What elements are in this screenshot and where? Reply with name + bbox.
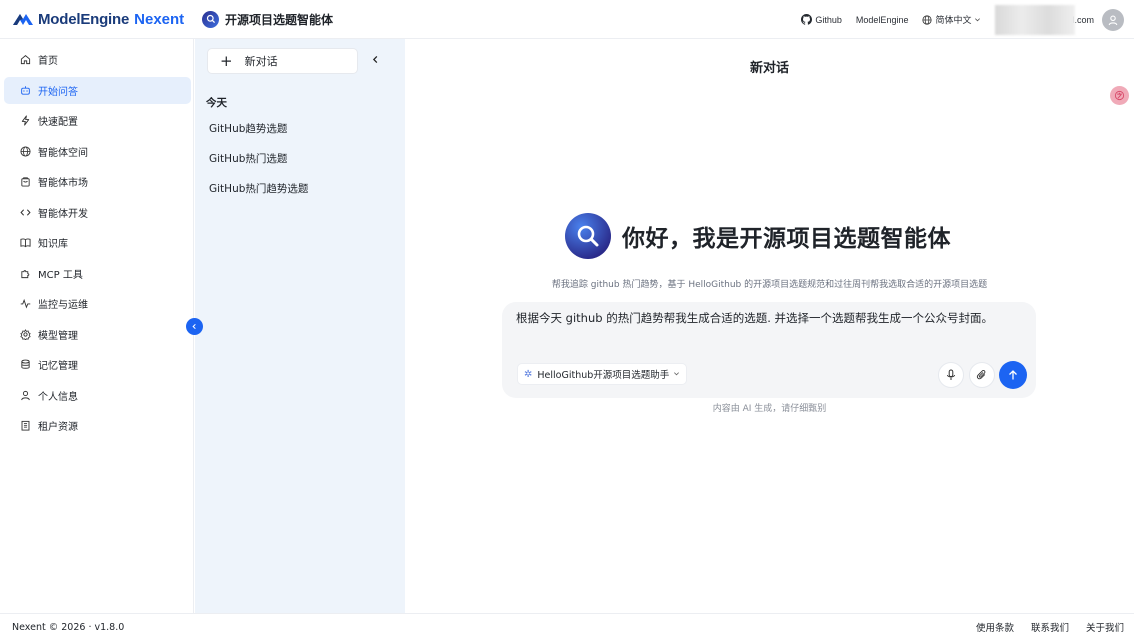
top-header: ModelEngine Nexent 开源项目选题智能体 Github Mode…	[0, 0, 1134, 39]
sidebar-item-home[interactable]: 首页	[4, 46, 191, 73]
ai-disclaimer: 内容由 AI 生成，请仔细甄别	[712, 404, 827, 414]
sidebar-collapse-button[interactable]	[186, 318, 203, 335]
sidebar-item-tenant-resources[interactable]: 租户资源	[4, 412, 191, 439]
email-redacted	[995, 4, 1076, 35]
welcome-title: 你好，我是开源项目选题智能体	[622, 226, 951, 252]
code-icon	[19, 206, 31, 218]
user-avatar-icon[interactable]	[1102, 8, 1124, 31]
sidebar-item-label: 个人信息	[38, 391, 78, 403]
sidebar-item-knowledge-base[interactable]: 知识库	[4, 229, 191, 256]
sidebar-item-label: 记忆管理	[38, 361, 78, 372]
book-icon	[19, 237, 31, 249]
chat-bot-icon	[19, 84, 31, 96]
footer: Nexent © 2026 · v1.8.0 使用条款 联系我们 关于我们	[0, 613, 1134, 640]
brand-sub: Nexent	[134, 10, 185, 28]
language-select[interactable]: 简体中文	[922, 13, 981, 26]
sidebar-item-label: 模型管理	[38, 330, 78, 342]
history-item[interactable]: GitHub热门选题	[209, 151, 287, 166]
arrow-up-icon	[1009, 370, 1017, 380]
home-icon	[19, 54, 31, 66]
model-engine-link[interactable]: ModelEngine	[856, 15, 909, 25]
agent-title: 开源项目选题智能体	[225, 12, 334, 27]
sidebar-item-profile[interactable]: 个人信息	[4, 382, 191, 409]
chevron-down-icon	[975, 18, 981, 22]
sidebar-item-quick-config[interactable]: 快速配置	[4, 107, 191, 134]
database-icon	[19, 359, 31, 371]
sidebar-item-memory-management[interactable]: 记忆管理	[4, 351, 191, 378]
github-link[interactable]: Github	[801, 14, 842, 25]
globe-icon	[922, 14, 933, 25]
github-icon	[801, 14, 813, 25]
page-title: 新对话	[749, 61, 789, 76]
agent-selector-label: HelloGithub开源项目选题助手	[537, 370, 670, 381]
history-collapse-button[interactable]	[371, 53, 380, 67]
user-menu[interactable]: ail.com	[995, 4, 1124, 35]
sparkle-icon: ✲	[524, 368, 533, 380]
footer-link-contact[interactable]: 联系我们	[1031, 620, 1069, 634]
attach-button[interactable]	[969, 362, 995, 388]
plus-icon: +	[220, 51, 233, 70]
settings-icon	[19, 328, 31, 340]
message-input[interactable]: 根据今天 github 的热门趋势帮我生成合适的选题. 并选择一个选题帮我生成一…	[516, 311, 1016, 326]
sidebar-item-label: 首页	[38, 56, 58, 67]
sidebar-item-label: 快速配置	[38, 117, 78, 128]
sidebar-item-monitoring[interactable]: 监控与运维	[4, 290, 191, 317]
sidebar-item-model-management[interactable]: 模型管理	[4, 321, 191, 348]
sidebar-item-agent-dev[interactable]: 智能体开发	[4, 199, 191, 226]
history-item[interactable]: GitHub趋势选题	[209, 121, 287, 136]
sidebar-item-label: 智能体市场	[38, 178, 88, 189]
chevron-down-icon	[673, 370, 680, 379]
agent-search-icon	[565, 213, 611, 259]
new-chat-label: 新对话	[244, 55, 278, 68]
sidebar-item-label: MCP 工具	[38, 269, 83, 281]
sidebar: 首页 开始问答 快速配置 智能体空间 智能体市场 智能体开发 知识库 MCP 工…	[0, 39, 194, 613]
footer-link-about[interactable]: 关于我们	[1086, 620, 1124, 634]
sidebar-item-agent-space[interactable]: 智能体空间	[4, 138, 191, 165]
current-agent: 开源项目选题智能体	[202, 10, 334, 28]
puzzle-icon	[19, 267, 31, 279]
brand-name: ModelEngine	[38, 10, 130, 28]
footer-copyright: Nexent © 2026 · v1.8.0	[12, 621, 125, 633]
agent-avatar-icon	[202, 10, 219, 28]
sidebar-item-label: 监控与运维	[38, 300, 88, 311]
agent-selector[interactable]: ✲ HelloGithub开源项目选题助手	[517, 363, 688, 385]
sidebar-item-chat[interactable]: 开始问答	[4, 76, 191, 104]
sidebar-item-mcp-tools[interactable]: MCP 工具	[4, 260, 191, 287]
lightning-icon	[19, 115, 31, 127]
user-icon	[19, 389, 31, 401]
chevron-left-icon	[372, 56, 378, 63]
model-engine-logo-icon	[13, 14, 33, 25]
pulse-icon	[19, 298, 31, 310]
sidebar-item-label: 开始问答	[38, 86, 78, 98]
conversation-history-panel: + 新对话 今天 GitHub趋势选题 GitHub热门选题 GitHub热门趋…	[195, 39, 405, 613]
globe-icon	[19, 145, 31, 157]
welcome-subtitle: 帮我追踪 github 热门趋势，基于 HelloGithub 的开源项目选题规…	[551, 280, 988, 290]
footer-link-terms[interactable]: 使用条款	[976, 620, 1014, 634]
sidebar-item-label: 智能体空间	[38, 147, 88, 159]
sidebar-item-label: 智能体开发	[38, 208, 88, 220]
building-icon	[19, 420, 31, 432]
send-button[interactable]	[999, 361, 1027, 389]
voice-input-button[interactable]	[938, 362, 964, 388]
sidebar-item-agent-market[interactable]: 智能体市场	[4, 168, 191, 195]
sidebar-item-label: 知识库	[38, 239, 68, 250]
github-link-label: Github	[815, 14, 842, 25]
new-chat-button[interactable]: + 新对话	[207, 48, 358, 74]
chevron-left-icon	[192, 323, 196, 330]
history-group-today: 今天	[206, 97, 227, 109]
chat-main: 新对话 你好，我是开源项目选题智能体 帮我追踪 github 热门趋势，基于 H…	[405, 39, 1134, 613]
store-icon	[19, 176, 31, 188]
sidebar-item-label: 租户资源	[38, 422, 78, 433]
history-item[interactable]: GitHub热门趋势选题	[209, 181, 308, 196]
floating-assistant-icon[interactable]	[1110, 86, 1129, 105]
language-label: 简体中文	[935, 15, 972, 25]
chat-composer: 根据今天 github 的热门趋势帮我生成合适的选题. 并选择一个选题帮我生成一…	[502, 302, 1036, 398]
paperclip-icon	[976, 370, 986, 380]
microphone-icon	[947, 369, 955, 380]
welcome-hero: 你好，我是开源项目选题智能体	[565, 213, 951, 259]
model-engine-link-label: ModelEngine	[855, 14, 909, 25]
brand[interactable]: ModelEngine Nexent	[0, 11, 194, 28]
